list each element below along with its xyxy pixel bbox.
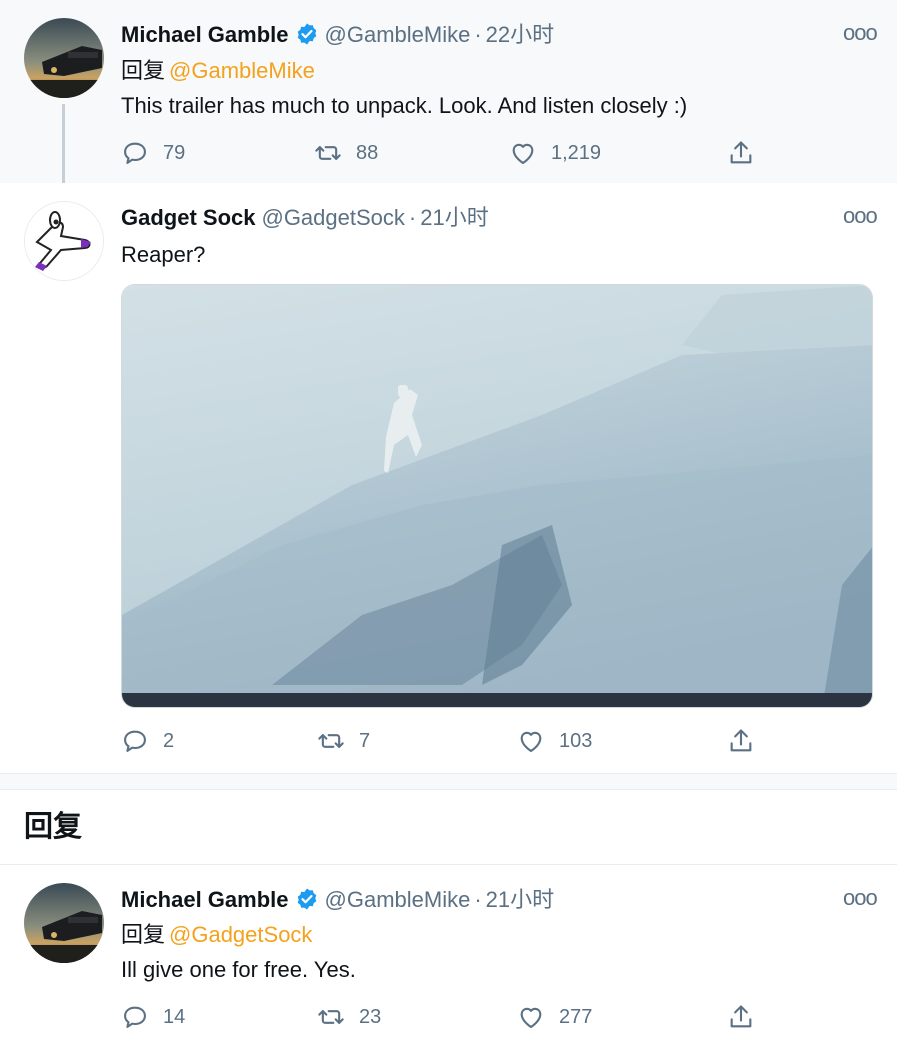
retweet-button[interactable]: 88 [314, 133, 378, 173]
tweet-michael-gamble-1[interactable]: Michael Gamble @GambleMike · 22小时 ooo 回复 @Ga… [0, 0, 897, 194]
author-handle[interactable]: @GadgetSock [261, 205, 404, 230]
mention-link[interactable]: @GadgetSock [169, 922, 312, 947]
tweet-header: Michael Gamble @GambleMike · 22小时 [121, 20, 554, 50]
avatar[interactable] [24, 201, 104, 281]
like-button[interactable]: 103 [517, 721, 592, 761]
more-icon[interactable]: ooo [843, 205, 878, 229]
tweet-text: This trailer has much to unpack. Look. A… [121, 93, 688, 118]
tweet-actions: 2 7 103 [121, 721, 761, 761]
separator-dot: · [474, 887, 482, 912]
retweet-icon [318, 734, 344, 748]
retweet-icon [315, 146, 341, 160]
separator-dot: · [474, 22, 482, 47]
share-button[interactable] [727, 997, 755, 1037]
reply-button[interactable]: 2 [121, 721, 174, 761]
like-count: 277 [559, 1005, 593, 1028]
like-count: 103 [559, 729, 593, 752]
reply-prefix: 回复 [121, 58, 166, 83]
author-handle[interactable]: @GambleMike [325, 887, 471, 912]
reply-icon [124, 1006, 146, 1028]
tweet-actions: 14 23 277 [121, 997, 761, 1037]
timestamp[interactable]: 22小时 [486, 22, 554, 47]
tweet-media-video[interactable] [121, 284, 873, 708]
thread-line [62, 104, 65, 194]
timestamp[interactable]: 21小时 [420, 205, 488, 230]
mention-link[interactable]: @GambleMike [169, 58, 315, 83]
retweet-count: 88 [356, 141, 379, 164]
like-icon [520, 731, 542, 752]
reply-count: 2 [163, 729, 175, 752]
avatar[interactable] [24, 883, 104, 963]
author-name[interactable]: Gadget Sock [121, 205, 255, 230]
reply-count: 79 [163, 141, 186, 164]
reply-context: 回复 @GambleMike [121, 56, 315, 86]
retweet-button[interactable]: 7 [317, 721, 370, 761]
verified-icon [297, 888, 316, 910]
author-handle[interactable]: @GambleMike [325, 22, 471, 47]
like-icon [512, 143, 534, 164]
tweet-header: Gadget Sock @GadgetSock · 21小时 [121, 203, 489, 233]
snowy-slope-image [122, 285, 872, 707]
separator-dot: · [408, 205, 417, 230]
reply-count: 14 [163, 1005, 186, 1028]
author-name[interactable]: Michael Gamble [121, 887, 289, 912]
reply-button[interactable]: 14 [121, 997, 185, 1037]
verified-icon [297, 23, 316, 45]
tweet-text: Ill give one for free. Yes. [121, 957, 356, 982]
reply-icon [124, 730, 146, 752]
like-button[interactable]: 277 [517, 997, 592, 1037]
tweet-gadget-sock[interactable]: Gadget Sock @GadgetSock · 21小时 ooo Reaper? [0, 183, 897, 773]
reply-button[interactable]: 79 [106, 119, 186, 175]
tweet-michael-gamble-2[interactable]: Michael Gamble @GambleMike · 21小时 ooo 回复 @Ga… [0, 865, 897, 1047]
like-icon [520, 1007, 542, 1028]
timestamp[interactable]: 21小时 [486, 887, 554, 912]
retweet-icon [318, 1010, 344, 1024]
more-icon[interactable]: ooo [843, 22, 878, 46]
reply-prefix: 回复 [121, 922, 166, 947]
tweet-header: Michael Gamble @GambleMike · 21小时 [121, 885, 554, 915]
replies-heading: 回复 [24, 811, 83, 843]
tweet-text: Reaper? [121, 242, 206, 267]
retweet-count: 7 [359, 729, 371, 752]
share-icon [730, 729, 752, 752]
reply-context: 回复 @GadgetSock [121, 920, 312, 950]
reply-icon [124, 142, 146, 164]
retweet-count: 23 [359, 1005, 382, 1028]
section-divider [0, 773, 897, 790]
share-icon [730, 1005, 752, 1028]
share-button[interactable] [727, 133, 755, 173]
retweet-button[interactable]: 23 [317, 997, 381, 1037]
more-icon[interactable]: ooo [843, 887, 878, 911]
share-button[interactable] [727, 721, 755, 761]
like-count: 1,219 [551, 141, 602, 164]
tweet-actions: 79 88 1,219 [106, 119, 761, 175]
share-icon [730, 141, 752, 164]
like-button[interactable]: 1,219 [509, 133, 601, 173]
author-name[interactable]: Michael Gamble [121, 22, 289, 47]
avatar[interactable] [24, 18, 104, 98]
